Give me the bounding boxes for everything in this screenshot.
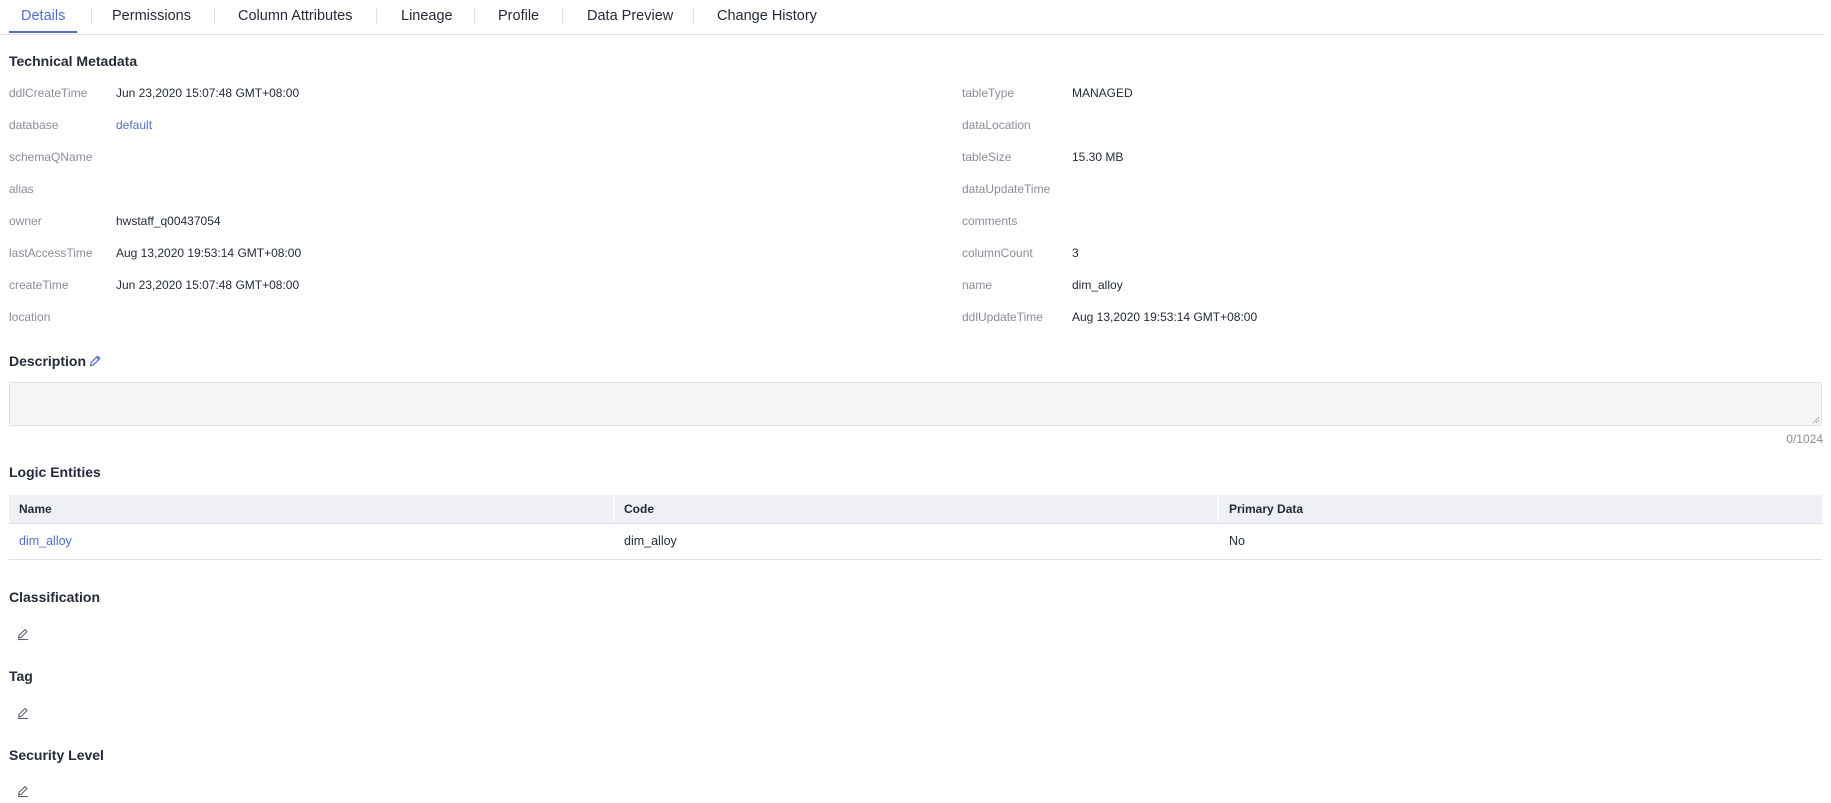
column-header-code: Code (624, 502, 654, 516)
tab-lineage[interactable]: Lineage (389, 0, 465, 33)
classification-title: Classification (9, 589, 101, 605)
meta-key: tableSize (962, 150, 1012, 164)
tab-divider (562, 8, 563, 24)
tab-permissions[interactable]: Permissions (100, 0, 203, 33)
pencil-icon[interactable] (88, 354, 102, 368)
column-header-primary-data: Primary Data (1229, 502, 1304, 516)
security-level-title: Security Level (9, 747, 104, 763)
tab-bar: Details Permissions Column Attributes Li… (0, 0, 1825, 35)
description-title: Description (9, 353, 87, 369)
meta-value: Jun 23,2020 15:07:48 GMT+08:00 (116, 86, 300, 100)
meta-key: schemaQName (9, 150, 93, 164)
meta-key: name (962, 278, 993, 292)
tab-divider (474, 8, 475, 24)
entity-name-link[interactable]: dim_alloy (9, 524, 72, 559)
tag-title: Tag (9, 668, 33, 684)
tab-divider (91, 8, 92, 24)
meta-key: dataLocation (962, 118, 1031, 132)
tag-edit-icon[interactable] (16, 706, 30, 720)
tab-divider (693, 8, 694, 24)
meta-value: MANAGED (1072, 86, 1133, 100)
tab-details[interactable]: Details (9, 0, 78, 33)
table-header: Name Code Primary Data (9, 495, 1822, 524)
meta-key: alias (9, 182, 34, 196)
tab-data-preview[interactable]: Data Preview (575, 0, 685, 33)
classification-edit-icon[interactable] (16, 627, 30, 641)
meta-key: dataUpdateTime (962, 182, 1051, 196)
meta-key: ddlUpdateTime (962, 310, 1043, 324)
meta-value: hwstaff_q00437054 (116, 214, 221, 228)
entity-code: dim_alloy (624, 534, 677, 548)
meta-key: owner (9, 214, 42, 228)
meta-value: Aug 13,2020 19:53:14 GMT+08:00 (1072, 310, 1258, 324)
tab-column-attributes[interactable]: Column Attributes (226, 0, 364, 33)
meta-value: Jun 23,2020 15:07:48 GMT+08:00 (116, 278, 300, 292)
logic-entities-title: Logic Entities (9, 464, 101, 480)
meta-key: createTime (9, 278, 69, 292)
description-char-counter: 0/1024 (1786, 432, 1823, 446)
table-row[interactable]: dim_alloy dim_alloy No (9, 524, 1822, 560)
meta-value: 15.30 MB (1072, 150, 1124, 164)
entity-primary-data: No (1229, 534, 1245, 548)
column-header-name: Name (19, 502, 52, 516)
meta-key: comments (962, 214, 1018, 228)
technical-metadata-title: Technical Metadata (9, 53, 138, 69)
meta-value: Aug 13,2020 19:53:14 GMT+08:00 (116, 246, 302, 260)
security-level-edit-icon[interactable] (16, 784, 30, 798)
meta-value: 3 (1072, 246, 1079, 260)
meta-value: dim_alloy (1072, 278, 1123, 292)
meta-key: lastAccessTime (9, 246, 93, 260)
resize-grip-icon[interactable] (1812, 416, 1819, 423)
tab-profile[interactable]: Profile (486, 0, 551, 33)
meta-key: location (9, 310, 51, 324)
description-textarea[interactable] (9, 382, 1822, 426)
meta-key: ddlCreateTime (9, 86, 88, 100)
tab-divider (214, 8, 215, 24)
meta-key: tableType (962, 86, 1015, 100)
database-link[interactable]: default (116, 117, 152, 133)
meta-key: columnCount (962, 246, 1033, 260)
tab-change-history[interactable]: Change History (705, 0, 829, 33)
meta-key: database (9, 118, 59, 132)
tab-divider (376, 8, 377, 24)
